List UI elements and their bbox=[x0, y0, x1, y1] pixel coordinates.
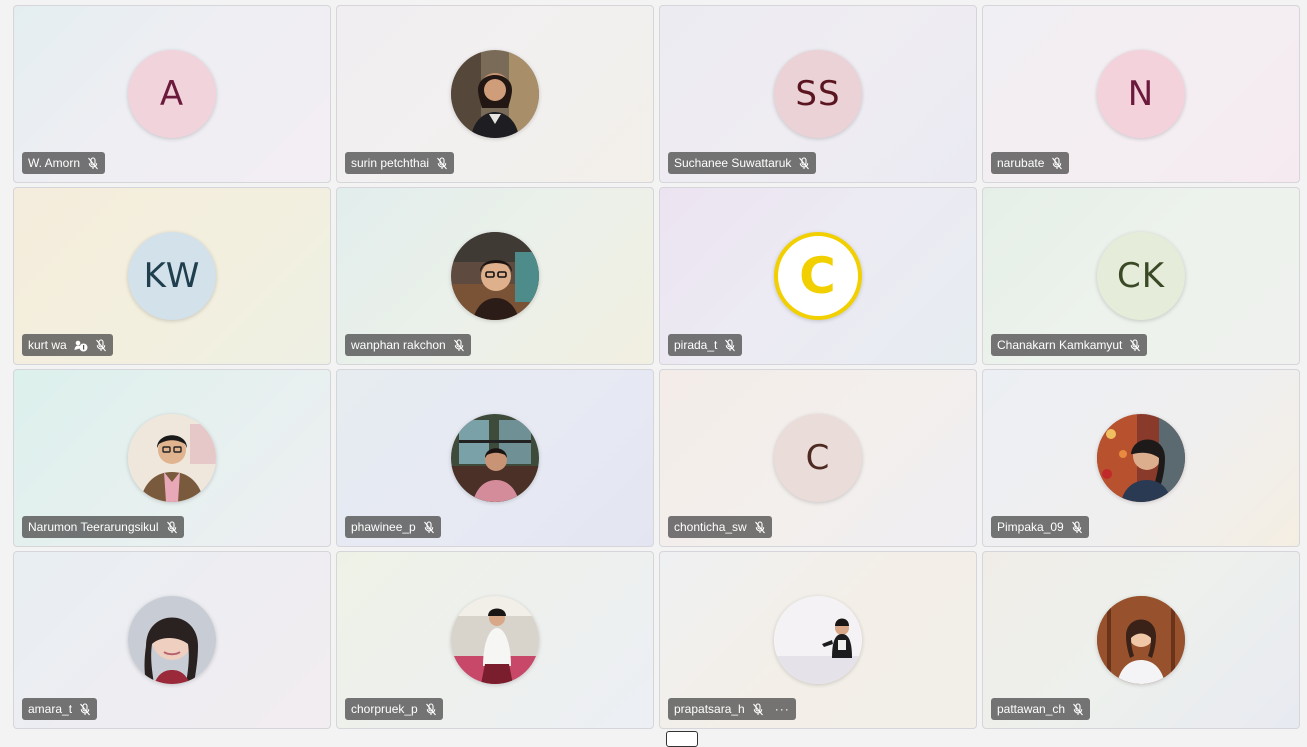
name-label: chorpruek_p bbox=[345, 698, 443, 720]
name-label: amara_t bbox=[22, 698, 98, 720]
mic-muted-icon bbox=[752, 702, 764, 716]
participant-tile[interactable]: CK Chanakarn Kamkamyut bbox=[982, 187, 1300, 365]
avatar: KW bbox=[128, 232, 216, 320]
participant-name: pirada_t bbox=[674, 338, 718, 352]
participant-name: Narumon Teerarungsikul bbox=[28, 520, 159, 534]
avatar-photo bbox=[1097, 596, 1185, 684]
avatar-initials: C bbox=[799, 247, 837, 305]
participant-tile[interactable]: N narubate bbox=[982, 5, 1300, 183]
participant-tile[interactable]: A W. Amorn bbox=[13, 5, 331, 183]
name-label: narubate bbox=[991, 152, 1070, 174]
avatar: SS bbox=[774, 50, 862, 138]
participant-name: kurt wa bbox=[28, 338, 67, 352]
avatar-photo bbox=[451, 232, 539, 320]
avatar-initials: KW bbox=[143, 256, 201, 296]
mic-muted-icon bbox=[1071, 520, 1083, 534]
participant-status-icon bbox=[74, 339, 88, 352]
avatar-photo bbox=[451, 414, 539, 502]
mic-muted-icon bbox=[87, 156, 99, 170]
mic-muted-icon bbox=[95, 338, 107, 352]
participant-name: chonticha_sw bbox=[674, 520, 747, 534]
name-label: Narumon Teerarungsikul bbox=[22, 516, 184, 538]
name-label: Suchanee Suwattaruk bbox=[668, 152, 817, 174]
participant-name: wanphan rakchon bbox=[351, 338, 446, 352]
participant-tile[interactable]: prapatsara_h ··· bbox=[659, 551, 977, 729]
avatar: A bbox=[128, 50, 216, 138]
participant-tile[interactable]: amara_t bbox=[13, 551, 331, 729]
mic-muted-icon bbox=[724, 338, 736, 352]
participant-tile[interactable]: surin petchthai bbox=[336, 5, 654, 183]
name-label: chonticha_sw bbox=[668, 516, 772, 538]
participant-name: pattawan_ch bbox=[997, 702, 1066, 716]
name-label: pattawan_ch bbox=[991, 698, 1091, 720]
avatar-photo bbox=[128, 596, 216, 684]
avatar: C bbox=[774, 414, 862, 502]
participant-name: amara_t bbox=[28, 702, 73, 716]
name-label: pirada_t bbox=[668, 334, 743, 356]
mic-muted-icon bbox=[1129, 338, 1141, 352]
participant-name: prapatsara_h bbox=[674, 702, 745, 716]
participant-tile[interactable]: wanphan rakchon bbox=[336, 187, 654, 365]
participant-tile[interactable]: phawinee_p bbox=[336, 369, 654, 547]
avatar-photo bbox=[774, 596, 862, 684]
name-label: W. Amorn bbox=[22, 152, 106, 174]
mic-muted-icon bbox=[453, 338, 465, 352]
participant-name: phawinee_p bbox=[351, 520, 416, 534]
participant-tile[interactable]: C pirada_t bbox=[659, 187, 977, 365]
mic-muted-icon bbox=[436, 156, 448, 170]
name-label: surin petchthai bbox=[345, 152, 455, 174]
participant-name: W. Amorn bbox=[28, 156, 81, 170]
mic-muted-icon bbox=[1051, 156, 1063, 170]
participant-name: chorpruek_p bbox=[351, 702, 418, 716]
avatar-initials: N bbox=[1127, 74, 1155, 114]
mic-muted-icon bbox=[1072, 702, 1084, 716]
mic-muted-icon bbox=[423, 520, 435, 534]
participant-tile[interactable]: SS Suchanee Suwattaruk bbox=[659, 5, 977, 183]
name-label: wanphan rakchon bbox=[345, 334, 471, 356]
participant-name: surin petchthai bbox=[351, 156, 430, 170]
avatar-photo bbox=[128, 414, 216, 502]
video-grid: A W. Amorn surin petchthai SS Suchanee S… bbox=[13, 5, 1300, 729]
participant-tile[interactable]: chorpruek_p bbox=[336, 551, 654, 729]
avatar-initials: C bbox=[805, 438, 831, 478]
participant-name: Pimpaka_09 bbox=[997, 520, 1064, 534]
mic-muted-icon bbox=[425, 702, 437, 716]
avatar-photo bbox=[1097, 414, 1185, 502]
name-label: Chanakarn Kamkamyut bbox=[991, 334, 1148, 356]
participant-name: narubate bbox=[997, 156, 1045, 170]
mic-muted-icon bbox=[166, 520, 178, 534]
participant-name: Suchanee Suwattaruk bbox=[674, 156, 792, 170]
mic-muted-icon bbox=[79, 702, 91, 716]
participant-tile[interactable]: Narumon Teerarungsikul bbox=[13, 369, 331, 547]
avatar-initials: CK bbox=[1116, 256, 1166, 296]
more-options-icon[interactable]: ··· bbox=[775, 703, 790, 715]
name-label: kurt wa bbox=[22, 334, 113, 356]
participant-name: Chanakarn Kamkamyut bbox=[997, 338, 1123, 352]
avatar-initials: SS bbox=[795, 74, 841, 114]
participant-tile[interactable]: C chonticha_sw bbox=[659, 369, 977, 547]
avatar-photo bbox=[451, 596, 539, 684]
mic-muted-icon bbox=[798, 156, 810, 170]
avatar: N bbox=[1097, 50, 1185, 138]
participant-tile[interactable]: KW kurt wa bbox=[13, 187, 331, 365]
participant-tile[interactable]: pattawan_ch bbox=[982, 551, 1300, 729]
avatar-initials: A bbox=[159, 74, 185, 114]
name-label: prapatsara_h ··· bbox=[668, 698, 796, 720]
avatar: CK bbox=[1097, 232, 1185, 320]
name-label: Pimpaka_09 bbox=[991, 516, 1089, 538]
participant-tile[interactable]: Pimpaka_09 bbox=[982, 369, 1300, 547]
avatar-c-logo: C bbox=[774, 232, 862, 320]
name-label: phawinee_p bbox=[345, 516, 441, 538]
page-indicator-button[interactable] bbox=[666, 731, 698, 747]
mic-muted-icon bbox=[754, 520, 766, 534]
avatar-photo bbox=[451, 50, 539, 138]
